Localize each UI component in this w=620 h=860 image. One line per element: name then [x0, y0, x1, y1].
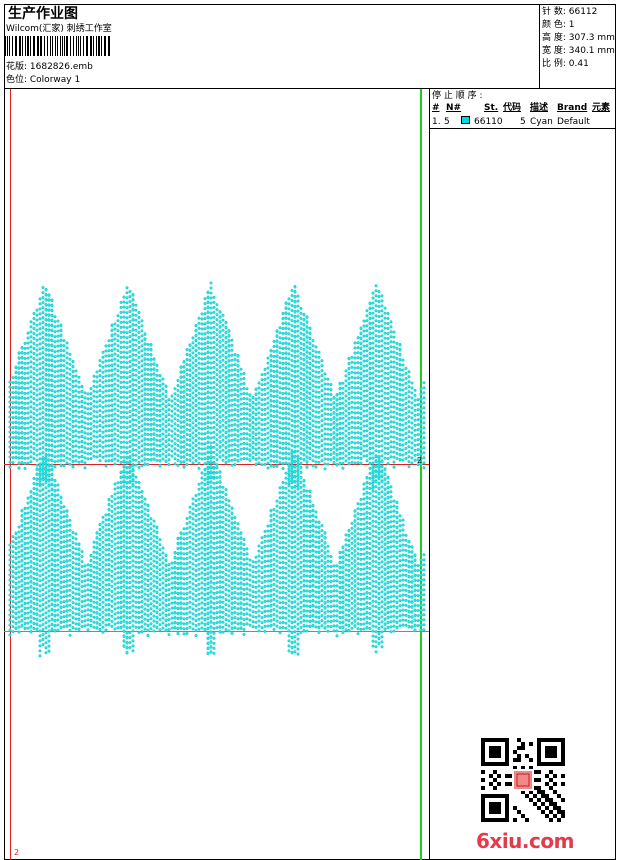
col-code: 代码	[503, 103, 522, 113]
color-count: 颜 色: 1	[542, 20, 575, 30]
row-brand: Default	[557, 117, 590, 127]
site-logo: 6xiu.com	[476, 829, 574, 853]
row-needle: 5	[444, 117, 450, 127]
page-title: 生产作业图	[8, 6, 78, 22]
col-description: 描述	[530, 103, 549, 113]
col-stitches: St.	[484, 103, 499, 113]
thread-swatch	[461, 116, 470, 124]
qr-code-icon	[481, 738, 565, 822]
design-width: 宽 度: 340.1 mm	[542, 46, 615, 56]
stitch-count: 针 数: 66112	[542, 7, 598, 17]
row-index: 1.	[432, 117, 441, 127]
design-file: 花版: 1682826.emb	[6, 62, 93, 72]
col-needle: N#	[446, 103, 462, 113]
company-name: Wilcom(汇家) 刺绣工作室	[6, 24, 112, 34]
row-code: 5	[520, 117, 526, 127]
guide-marker-top: 2	[417, 456, 423, 465]
barcode-icon	[5, 36, 110, 56]
colorway-label: 色位: Colorway 1	[6, 75, 81, 85]
row-description: Cyan	[530, 117, 553, 127]
guide-marker-bottom: 2	[14, 848, 20, 857]
col-element: 元素	[592, 103, 611, 113]
stop-sequence-title: 停 止 顺 序 :	[432, 91, 483, 101]
col-index: #	[432, 103, 440, 113]
row-stitches: 66110	[474, 117, 503, 127]
stop-sequence-divider	[429, 128, 616, 129]
design-height: 高 度: 307.3 mm	[542, 33, 615, 43]
col-brand: Brand	[557, 103, 588, 113]
scale-ratio: 比 例: 0.41	[542, 59, 589, 69]
